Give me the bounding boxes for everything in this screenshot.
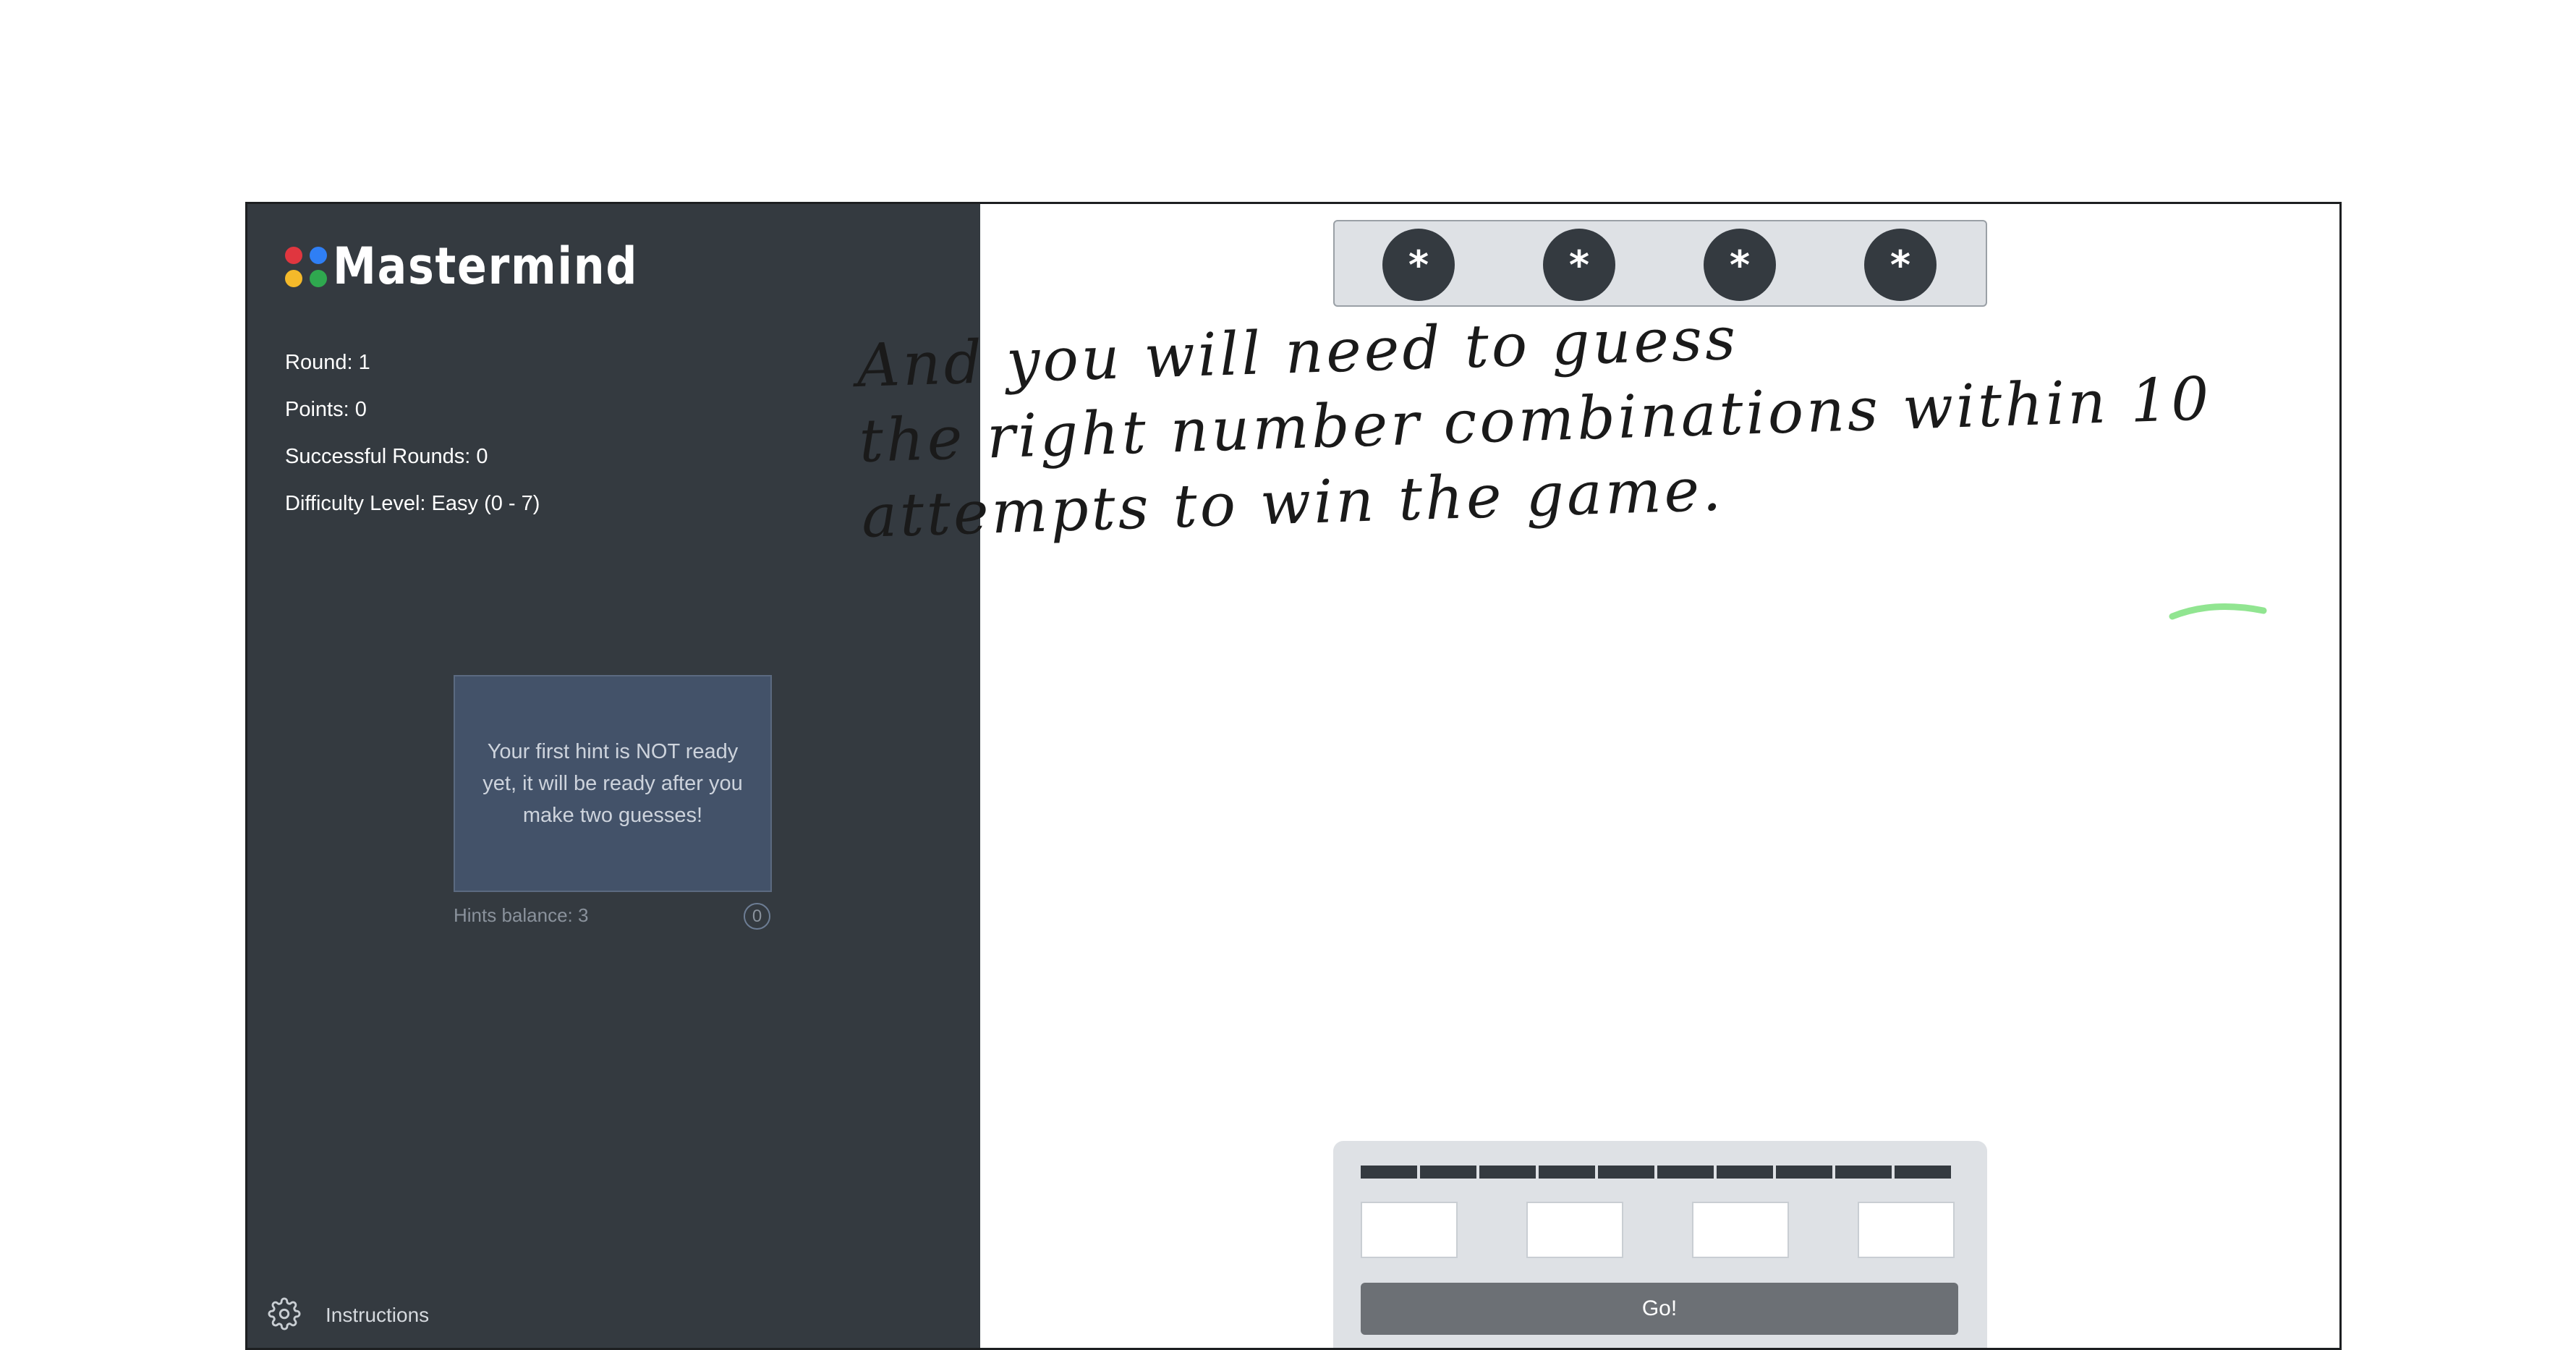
app-title: Mastermind bbox=[333, 237, 639, 296]
hints-balance: Hints balance: 3 bbox=[454, 904, 589, 926]
secret-code-bar: * * * * bbox=[1333, 220, 1987, 307]
attempt-segment bbox=[1598, 1166, 1654, 1179]
attempt-segment bbox=[1479, 1166, 1536, 1179]
attempt-segment bbox=[1361, 1166, 1417, 1179]
go-button[interactable]: Go! bbox=[1361, 1283, 1958, 1335]
points-label: Points: 0 bbox=[285, 398, 367, 421]
secret-peg: * bbox=[1543, 229, 1615, 301]
attempt-segment bbox=[1420, 1166, 1476, 1179]
guess-input-3[interactable] bbox=[1692, 1202, 1789, 1258]
instructions-label: Instructions bbox=[326, 1304, 430, 1326]
guess-panel: Go! bbox=[1333, 1141, 1987, 1348]
hint-message: Your first hint is NOT ready yet, it wil… bbox=[483, 740, 743, 827]
secret-peg: * bbox=[1704, 229, 1776, 301]
attempt-segment bbox=[1776, 1166, 1832, 1179]
attempt-segment bbox=[1539, 1166, 1595, 1179]
app-logo: Mastermind bbox=[284, 237, 688, 296]
secret-peg: * bbox=[1864, 229, 1937, 301]
hint-card[interactable]: Your first hint is NOT ready yet, it wil… bbox=[454, 675, 772, 892]
gear-icon bbox=[268, 1297, 301, 1333]
difficulty-label: Difficulty Level: Easy (0 - 7) bbox=[285, 492, 540, 515]
logo-dots-icon bbox=[284, 244, 328, 289]
instructions-button[interactable]: Instructions bbox=[268, 1297, 429, 1333]
successful-rounds-label: Successful Rounds: 0 bbox=[285, 445, 488, 468]
hint-counter-badge: 0 bbox=[744, 903, 770, 930]
attempt-segment bbox=[1895, 1166, 1951, 1179]
guess-input-2[interactable] bbox=[1526, 1202, 1623, 1258]
highlight-underline bbox=[2169, 603, 2267, 620]
attempts-indicator bbox=[1361, 1166, 1954, 1179]
attempt-segment bbox=[1657, 1166, 1714, 1179]
round-label: Round: 1 bbox=[285, 351, 370, 374]
attempt-segment bbox=[1835, 1166, 1892, 1179]
attempt-segment bbox=[1717, 1166, 1773, 1179]
guess-input-1[interactable] bbox=[1361, 1202, 1458, 1258]
secret-peg: * bbox=[1382, 229, 1455, 301]
handwritten-annotation: And you will need to guess the right num… bbox=[856, 286, 2215, 555]
guess-input-4[interactable] bbox=[1858, 1202, 1955, 1258]
